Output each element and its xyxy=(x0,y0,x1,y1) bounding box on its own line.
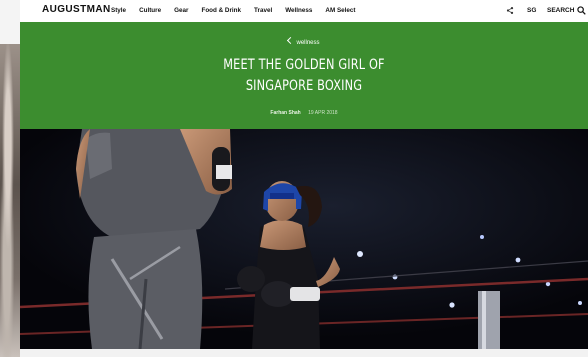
article-title: MEET THE GOLDEN GIRL OF SINGAPORE BOXING xyxy=(223,57,385,94)
nav-item-wellness[interactable]: Wellness xyxy=(285,7,312,14)
search-icon[interactable] xyxy=(577,6,586,15)
search-button[interactable]: SEARCH xyxy=(547,7,574,14)
sidebar-photo xyxy=(0,44,20,357)
site-logo[interactable]: AUGUSTMAN xyxy=(42,4,111,15)
category-label[interactable]: wellness xyxy=(296,40,319,46)
nav-item-am-select[interactable]: AM Select xyxy=(325,7,355,14)
nav-item-culture[interactable]: Culture xyxy=(139,7,161,14)
content-divider xyxy=(20,349,588,357)
nav-item-gear[interactable]: Gear xyxy=(174,7,188,14)
publish-date: 19 APR 2018 xyxy=(308,110,338,116)
boxing-photo-illustration xyxy=(20,129,588,349)
category-link[interactable]: wellness xyxy=(20,36,588,46)
main-nav: Style Culture Gear Food & Drink Travel W… xyxy=(111,7,356,14)
nav-item-food-drink[interactable]: Food & Drink xyxy=(201,7,241,14)
article-hero: wellness MEET THE GOLDEN GIRL OF SINGAPO… xyxy=(20,22,588,129)
check-icon xyxy=(287,36,295,45)
site-header: AUGUSTMAN Style Culture Gear Food & Drin… xyxy=(20,0,588,23)
nav-item-style[interactable]: Style xyxy=(111,7,126,14)
byline: Farhan Shah 19 APR 2018 xyxy=(20,110,588,116)
author-name[interactable]: Farhan Shah xyxy=(270,110,300,116)
left-sidebar xyxy=(0,0,20,357)
hero-photo xyxy=(20,129,588,349)
share-icon[interactable] xyxy=(506,6,514,15)
nav-item-travel[interactable]: Travel xyxy=(254,7,272,14)
region-selector[interactable]: SG xyxy=(527,7,536,14)
